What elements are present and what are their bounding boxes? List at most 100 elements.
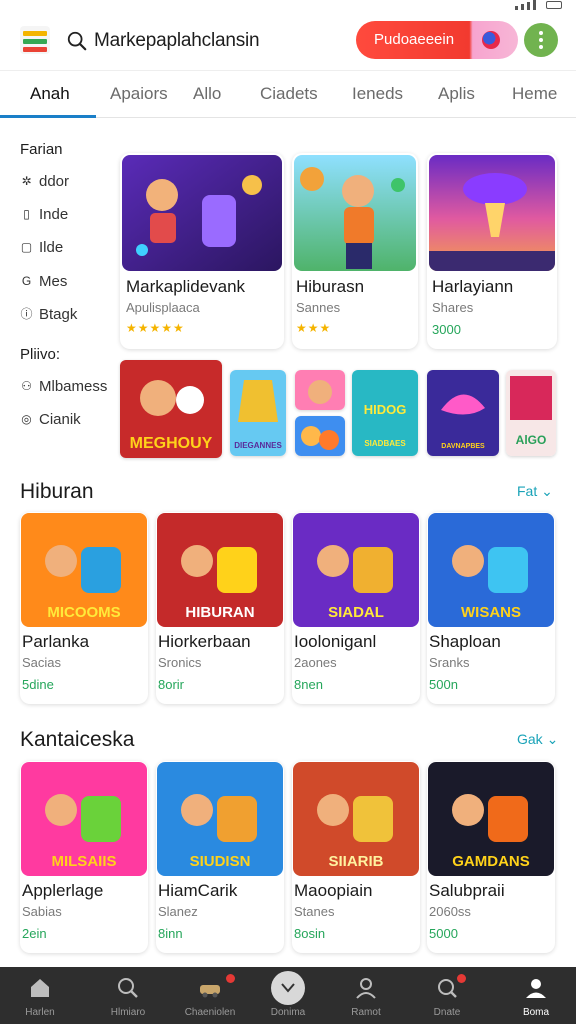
game-card[interactable]: SIUDISN HiamCarik Slanez 8inn — [156, 761, 284, 953]
tab-ieneds[interactable]: Ieneds — [352, 84, 403, 104]
game-card[interactable]: WISANS Shaploan Sranks 500n — [427, 512, 555, 704]
active-tab-indicator — [0, 115, 96, 118]
game-card-subtitle: 2060ss — [429, 904, 471, 919]
sidebar-item-ddor[interactable]: ✲ ddor — [20, 173, 69, 190]
sidebar-item-btagk[interactable]: ⓘ Btagk — [20, 306, 77, 323]
game-card-subtitle: Slanez — [158, 904, 198, 919]
game-card[interactable]: HIBURAN Hiorkerbaan Sronics 8orir — [156, 512, 284, 704]
game-card-subtitle: Sronics — [158, 655, 202, 670]
sidebar-item-mes[interactable]: G Mes — [20, 273, 68, 290]
bookmark-icon: ▯ — [23, 207, 30, 221]
featured-card[interactable]: Harlayiann Shares 3000 — [427, 153, 557, 349]
featured-thumbnail — [122, 155, 282, 271]
strip-thumbnail[interactable] — [295, 370, 345, 410]
circle-icon: ◎ — [21, 412, 32, 426]
tab-allo[interactable]: Allo — [193, 84, 221, 104]
sparkle-icon: ✲ — [21, 174, 32, 188]
promo-badge-icon — [482, 31, 500, 49]
more-menu-button[interactable] — [524, 23, 558, 57]
game-card[interactable]: MICOOMS Parlanka Sacias 5dine — [20, 512, 148, 704]
nav-label: Dnate — [433, 1007, 461, 1018]
nav-label: Boma — [522, 1007, 550, 1018]
game-thumbnail: WISANS — [428, 513, 554, 627]
nav-games[interactable]: Chaeniolen — [174, 967, 246, 1024]
game-card-subtitle: Stanes — [294, 904, 335, 919]
featured-card-meta: 3000 — [432, 322, 461, 337]
search-input[interactable]: Markepaplahclansin — [94, 30, 260, 52]
sidebar-item-label: ddor — [39, 173, 70, 190]
game-art-text: SIIARIB — [328, 853, 383, 870]
strip-thumbnail[interactable] — [295, 416, 345, 456]
strip-art-text: DIEGANNES — [234, 441, 282, 450]
game-art-text: MICOOMS — [47, 604, 120, 621]
sidebar-item-mlbamess[interactable]: ⚇ Mlbamess — [20, 378, 107, 395]
app-header: Markepaplahclansin Pudoaeeein — [0, 14, 576, 70]
square-icon: ▢ — [20, 240, 33, 254]
featured-card-title: Hiburasn — [296, 277, 365, 296]
game-card-meta: 5000 — [429, 926, 458, 941]
nav-home[interactable]: Harlen — [4, 967, 76, 1024]
see-more-link[interactable]: Gak ⌄ — [517, 731, 558, 748]
featured-card-title: Harlayiann — [432, 277, 514, 296]
profile-icon — [526, 979, 546, 998]
game-card-meta: 8inn — [158, 926, 183, 941]
sidebar-item-label: Mes — [39, 273, 68, 290]
tab-aplis[interactable]: Aplis — [438, 84, 475, 104]
game-card[interactable]: MILSAIIS Applerlage Sabias 2ein — [20, 761, 148, 953]
game-thumbnail: SIIARIB — [293, 762, 419, 876]
sidebar-item-inde[interactable]: ▯ Inde — [20, 206, 68, 223]
game-art-text: MILSAIIS — [51, 853, 116, 870]
game-card-title: Shaploan — [429, 632, 501, 651]
game-card[interactable]: GAMDANS Salubpraii 2060ss 5000 — [427, 761, 555, 953]
game-card-title: Applerlage — [22, 881, 104, 900]
game-art-text: HIBURAN — [185, 604, 254, 621]
rating-stars: ★★★ — [296, 321, 332, 335]
battery-icon — [546, 1, 562, 9]
sidebar-item-ilde[interactable]: ▢ Ilde — [20, 239, 63, 256]
game-card-title: Hiorkerbaan — [158, 632, 251, 651]
nav-profile[interactable]: Boma — [500, 967, 572, 1024]
game-card[interactable]: SIADAL Iooloniganl 2aones 8nen — [292, 512, 420, 704]
nav-search[interactable]: Hlmiaro — [92, 967, 164, 1024]
nav-label: Hlmiaro — [110, 1007, 146, 1018]
strip-thumbnail[interactable]: DAVNAPBES — [427, 370, 499, 456]
nav-account[interactable]: Ramot — [330, 967, 402, 1024]
info-icon: ⓘ — [20, 307, 33, 321]
strip-art-text: AlGO — [516, 433, 547, 447]
strip-thumbnail[interactable]: HIDOG SIADBAES — [352, 370, 418, 456]
search-icon — [118, 978, 138, 998]
featured-card[interactable]: Hiburasn Sannes ★★★ — [292, 153, 418, 349]
nav-label: Donima — [270, 1007, 306, 1018]
strip-art-text: SIADBAES — [364, 439, 406, 448]
game-card-subtitle: Sabias — [22, 904, 62, 919]
game-card-meta: 8osin — [294, 926, 326, 941]
game-art-text: SIADAL — [328, 604, 384, 621]
strip-thumbnail[interactable]: DIEGANNES — [230, 370, 286, 456]
tab-ciadets[interactable]: Ciadets — [260, 84, 318, 104]
search-icon[interactable] — [66, 30, 88, 52]
status-bar — [0, 0, 576, 14]
tab-anah[interactable]: Anah — [30, 84, 70, 104]
strip-thumbnail[interactable]: AlGO — [506, 370, 556, 456]
featured-card[interactable]: Markaplidevank Apulisplaaca ★★★★★ — [120, 153, 284, 349]
game-card-meta: 8orir — [158, 677, 185, 692]
strip-thumbnail[interactable]: MEGHOUY — [120, 360, 222, 458]
nav-label: Chaeniolen — [184, 1007, 236, 1018]
tab-apaiors[interactable]: Apaiors — [110, 84, 168, 104]
promo-button[interactable]: Pudoaeeein — [356, 21, 518, 59]
game-card-title: Iooloniganl — [294, 632, 377, 651]
see-more-link[interactable]: Fat ⌄ — [517, 483, 553, 500]
game-thumbnail: HIBURAN — [157, 513, 283, 627]
game-thumbnail: MICOOMS — [21, 513, 147, 627]
app-logo-icon[interactable] — [20, 26, 50, 54]
tab-heme[interactable]: Heme — [512, 84, 557, 104]
sidebar-heading: Farian — [20, 141, 63, 158]
nav-center[interactable]: Donima — [252, 967, 324, 1024]
section-title: Kantaiceska — [20, 728, 135, 751]
game-thumbnail: SIADAL — [293, 513, 419, 627]
bottom-navigation: Harlen Hlmiaro Chaeniolen Donima Ramot D… — [0, 967, 576, 1024]
sidebar-item-cianik[interactable]: ◎ Cianik — [20, 411, 80, 428]
game-card[interactable]: SIIARIB Maoopiain Stanes 8osin — [292, 761, 420, 953]
nav-label: Harlen — [25, 1007, 55, 1018]
nav-notifications[interactable]: Dnate — [411, 967, 483, 1024]
